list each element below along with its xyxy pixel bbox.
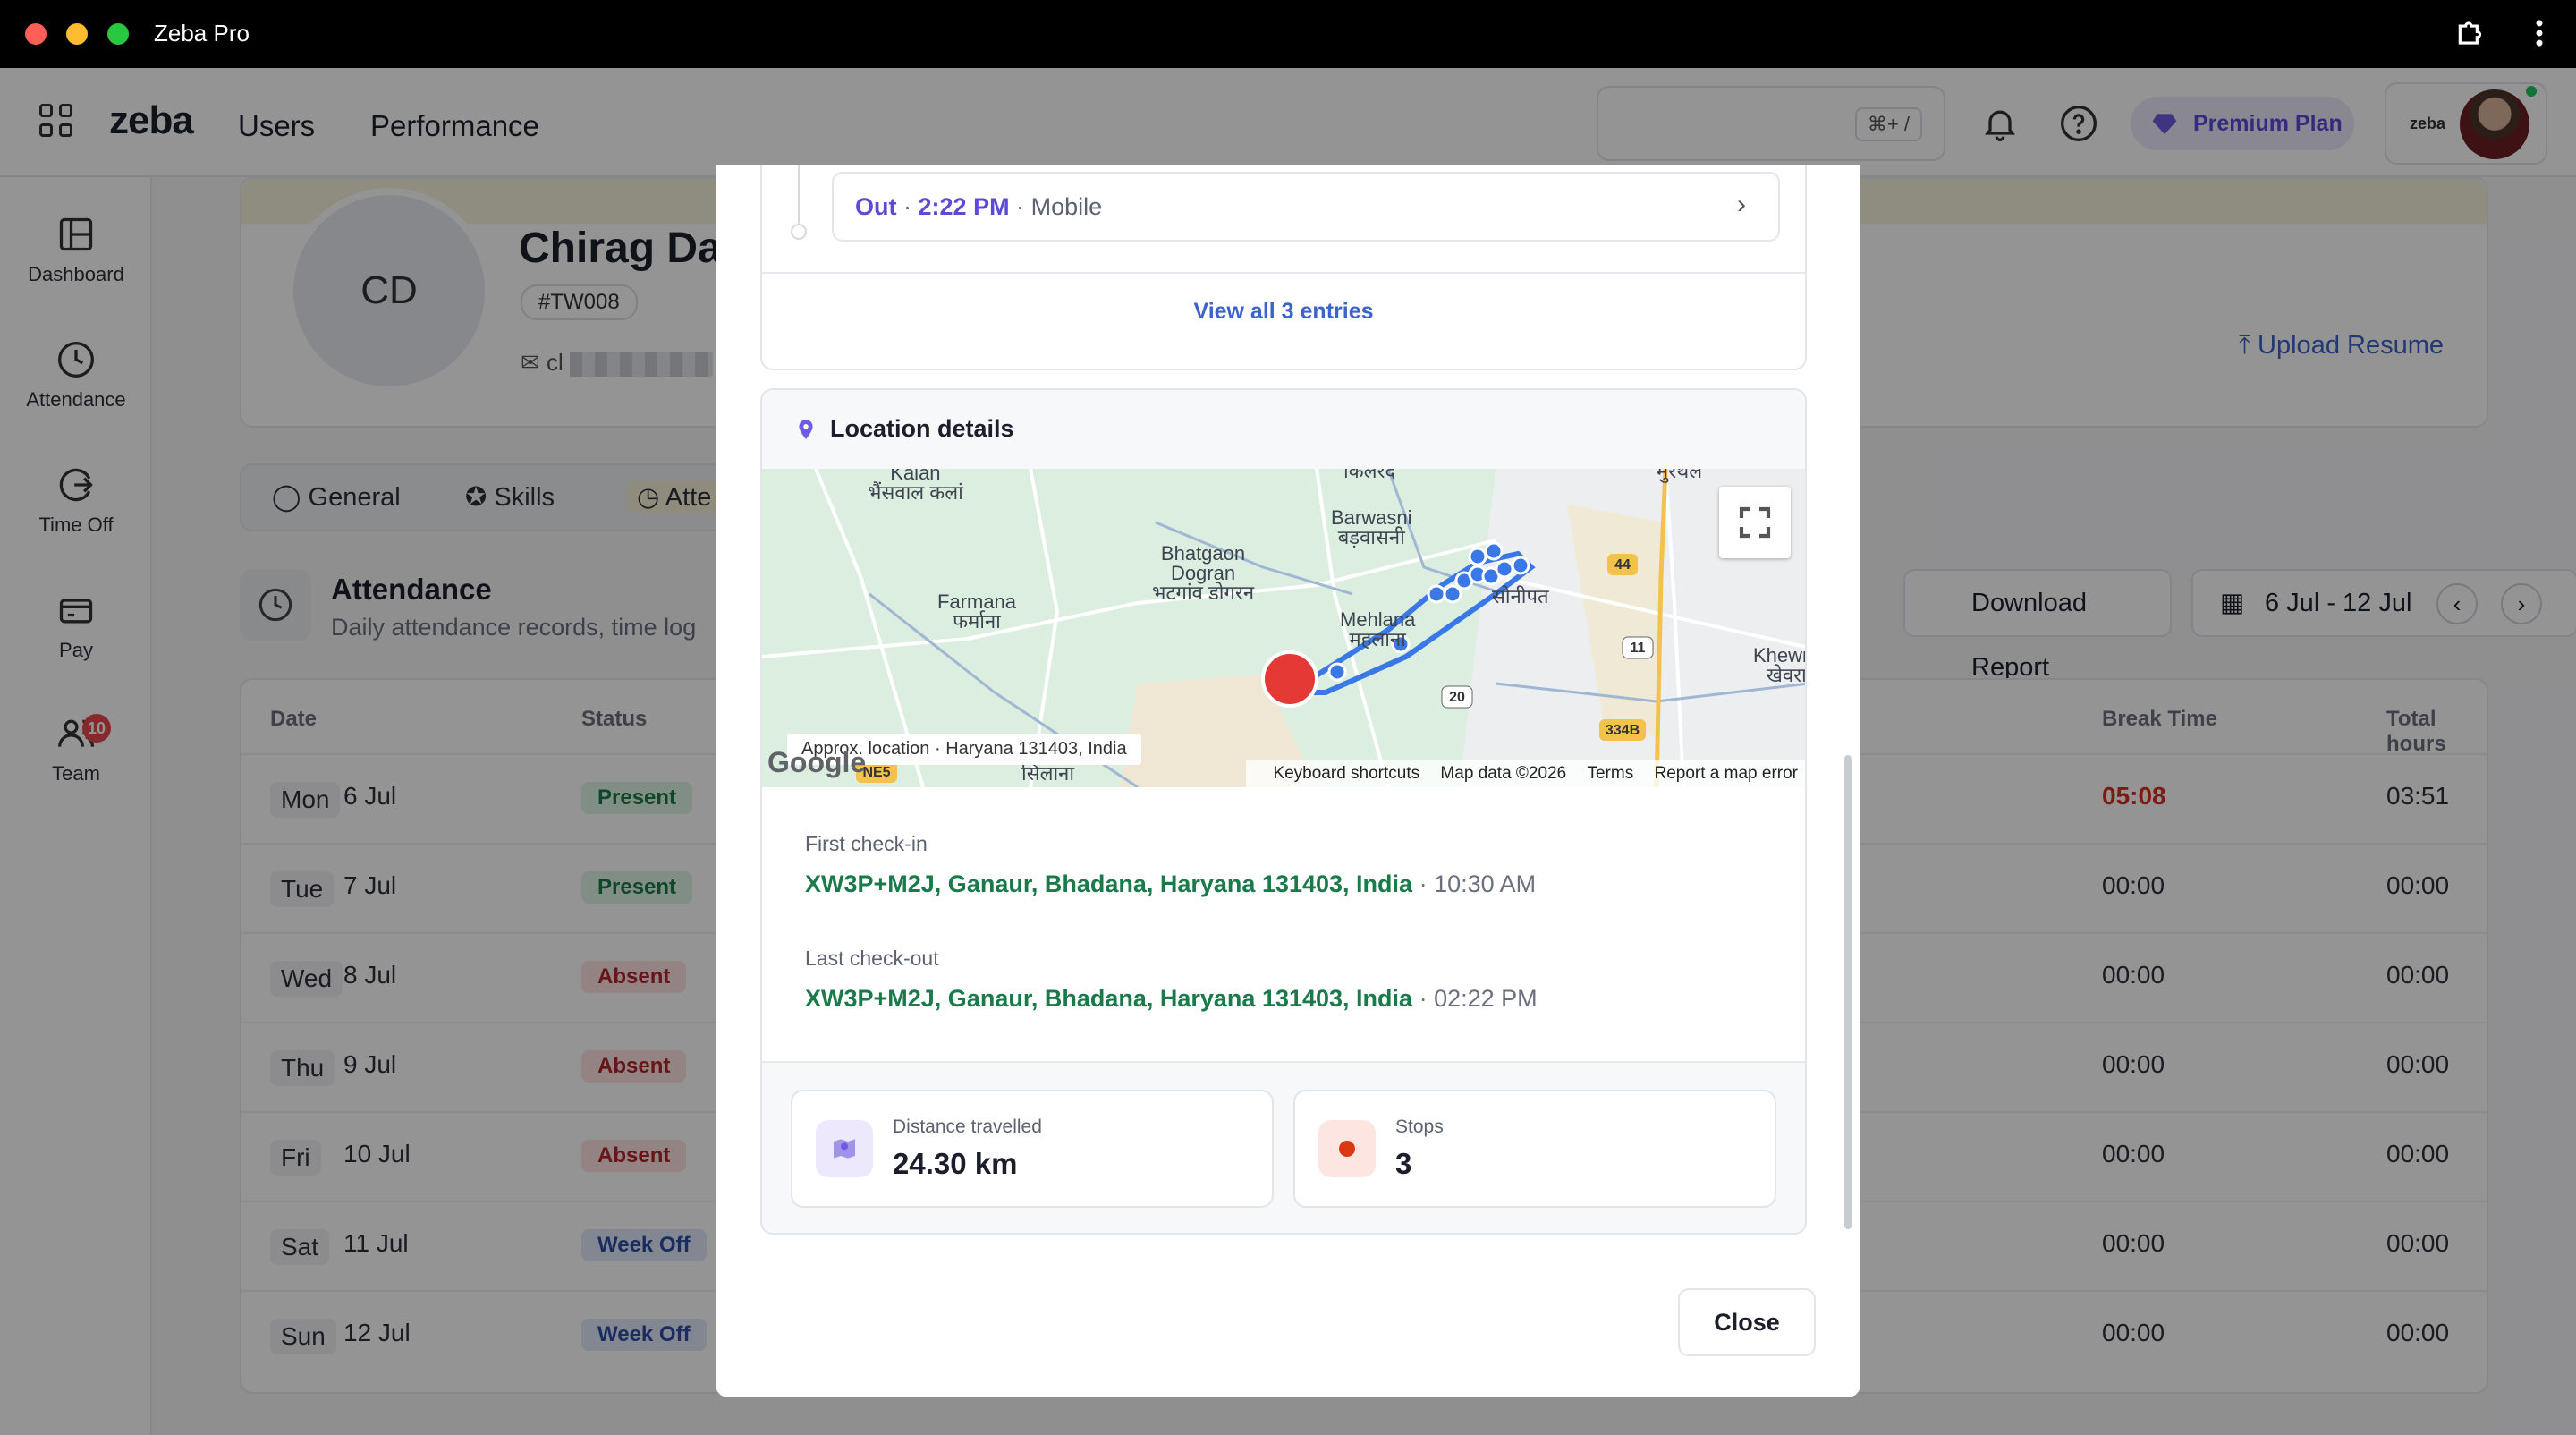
- stops-card: Stops 3: [1293, 1090, 1776, 1208]
- map-place-label: सोनीपत: [1492, 585, 1549, 607]
- attendance-details-modal: Out · 2:22 PM · Mobile › View all 3 entr…: [716, 165, 1860, 1397]
- app-window: zeba Users Performance ⌘+ / Premium Plan…: [0, 68, 2576, 1435]
- svg-text:334B: 334B: [1606, 723, 1640, 738]
- location-pin-icon: [799, 420, 813, 439]
- last-checkout: Last check-out XW3P+M2J, Ganaur, Bhadana…: [805, 947, 1789, 1013]
- first-checkin-time: · 10:30 AM: [1419, 870, 1537, 897]
- distance-value: 24.30 km: [893, 1147, 1018, 1180]
- entry-row-out[interactable]: Out · 2:22 PM · Mobile ›: [832, 172, 1780, 242]
- svg-text:NE5: NE5: [862, 765, 890, 780]
- svg-text:44: 44: [1614, 557, 1631, 573]
- entry-separator: ·: [1016, 193, 1025, 220]
- modal-scrollbar[interactable]: [1844, 755, 1852, 1229]
- map-place-label: Farmana फर्माना: [937, 590, 1017, 633]
- report-map-error-link[interactable]: Report a map error: [1654, 764, 1798, 783]
- map[interactable]: 44 11 20 334B NE5 Kalan भैंसवाल कलां किलर…: [762, 469, 1807, 787]
- first-checkin-label: First check-in: [805, 832, 928, 855]
- more-menu-icon[interactable]: [2535, 16, 2544, 58]
- window-titlebar: Zeba Pro: [0, 0, 2576, 68]
- map-fullscreen-button[interactable]: [1719, 487, 1791, 558]
- map-place-label: Barwasni बड़वासनी: [1331, 506, 1412, 548]
- last-checkout-label: Last check-out: [805, 947, 939, 970]
- location-details-card: Location details 44 11 20 334B NE5 Kalan…: [760, 388, 1807, 1235]
- minimize-window-button[interactable]: [66, 23, 88, 45]
- first-checkin: First check-in XW3P+M2J, Ganaur, Bhadana…: [805, 832, 1789, 898]
- divider: [762, 272, 1805, 274]
- location-details-title: Location details: [830, 415, 1014, 442]
- map-place-label: किलरद: [1343, 469, 1396, 482]
- timeline-dot: [791, 224, 807, 240]
- map-place-label: Mehlana महलाना: [1340, 608, 1416, 650]
- first-checkin-place[interactable]: XW3P+M2J, Ganaur, Bhadana, Haryana 13140…: [805, 870, 1412, 897]
- last-checkout-time: · 02:22 PM: [1419, 985, 1538, 1012]
- timeline-line: [798, 165, 800, 225]
- stats-band: Distance travelled 24.30 km Stops 3: [762, 1061, 1805, 1233]
- window-title: Zeba Pro: [154, 20, 250, 47]
- stops-label: Stops: [1395, 1117, 1444, 1137]
- map-place-label: Bhatgaon Dogran भटगांव डोगरन: [1152, 542, 1255, 604]
- location-details-header: Location details: [762, 390, 1805, 469]
- maximize-window-button[interactable]: [107, 23, 129, 45]
- entries-card: Out · 2:22 PM · Mobile › View all 3 entr…: [760, 165, 1807, 370]
- google-logo: Google: [767, 746, 867, 778]
- entry-device: Mobile: [1030, 193, 1103, 220]
- distance-label: Distance travelled: [893, 1117, 1042, 1137]
- distance-card: Distance travelled 24.30 km: [791, 1090, 1274, 1208]
- svg-text:20: 20: [1449, 690, 1465, 705]
- terms-link[interactable]: Terms: [1587, 764, 1633, 783]
- last-checkout-place[interactable]: XW3P+M2J, Ganaur, Bhadana, Haryana 13140…: [805, 985, 1412, 1012]
- close-window-button[interactable]: [25, 23, 47, 45]
- stops-dot-icon: [1318, 1120, 1376, 1177]
- map-place-label: मुरथल: [1657, 469, 1703, 482]
- keyboard-shortcuts-link[interactable]: Keyboard shortcuts: [1273, 764, 1419, 783]
- view-all-entries-link[interactable]: View all 3 entries: [762, 299, 1805, 325]
- fullscreen-icon: [1739, 506, 1771, 539]
- entry-separator: ·: [903, 193, 912, 220]
- stops-value: 3: [1395, 1147, 1412, 1180]
- map-place-label: Kalan भैंसवाल कलां: [868, 469, 963, 504]
- chevron-right-icon: ›: [1737, 190, 1746, 219]
- entry-summary: Out · 2:22 PM · Mobile: [855, 193, 1102, 221]
- map-place-label: सिलाना: [1021, 762, 1075, 785]
- close-button[interactable]: Close: [1678, 1288, 1816, 1356]
- map-place-label: Khewra खेवरा: [1753, 644, 1807, 686]
- map-data-credit: Map data ©2026: [1440, 764, 1567, 783]
- svg-text:11: 11: [1631, 641, 1646, 656]
- entry-time: 2:22 PM: [918, 193, 1010, 220]
- route-map-icon: [816, 1120, 873, 1177]
- extensions-icon[interactable]: [2454, 16, 2488, 58]
- entry-direction: Out: [855, 193, 897, 220]
- map-attribution: Keyboard shortcuts Map data ©2026 Terms …: [1246, 760, 1805, 787]
